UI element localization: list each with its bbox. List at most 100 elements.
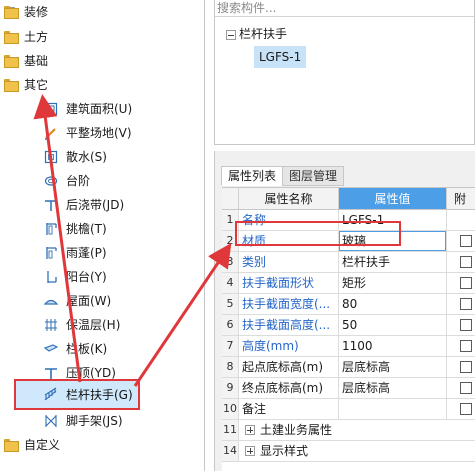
tree-item-label: 其它 [24,78,49,92]
property-value[interactable]: 层底标高 [339,378,447,399]
property-name: 高度(mm) [239,336,339,357]
attached-cell [447,378,475,399]
attached-cell [447,294,475,315]
tree-item-scaffold[interactable]: 脚手架(JS) [0,410,204,432]
tree-item-steps[interactable]: 台阶 [0,170,204,192]
eave-icon [46,223,57,235]
tree-item-insulation[interactable]: 保温层(H) [0,314,204,336]
tree-item-eave[interactable]: 挑檐(T) [0,218,204,240]
tree-item-apron[interactable]: 散水(S) [0,146,204,168]
property-group[interactable]: 显示样式 [239,441,475,462]
row-number: 6 [222,315,239,336]
attached-checkbox[interactable] [460,319,472,331]
folder-icon [4,31,19,44]
tree-item-parapet[interactable]: 栏板(K) [0,338,204,360]
attached-cell [447,357,475,378]
collapse-icon[interactable] [226,30,236,40]
row-number: 14 [222,441,239,462]
balcony-icon [47,271,57,283]
attached-checkbox[interactable] [460,382,472,394]
row-number: 8 [222,357,239,378]
property-value[interactable] [339,399,447,420]
search-input[interactable] [215,0,474,17]
apron-icon [44,150,58,164]
panel-divider[interactable] [204,0,205,471]
tree-item-balcony[interactable]: 阳台(Y) [0,266,204,288]
post-cast-strip-icon [45,200,57,211]
insulation-icon [45,319,57,331]
header-row-number [222,188,239,210]
folder-icon [4,439,19,452]
header-property-name[interactable]: 属性名称 [239,188,339,210]
tree-item-custom[interactable]: 自定义 [0,434,204,456]
component-group-label[interactable]: 栏杆扶手 [239,24,287,44]
attached-cell [447,399,475,420]
property-value[interactable]: 矩形 [339,273,447,294]
tree-item-canopy[interactable]: 雨蓬(P) [0,242,204,264]
tree-item-other[interactable]: 其它 [0,74,204,96]
row-number: 3 [222,252,239,273]
scaffold-icon [45,415,57,427]
property-value[interactable]: 50 [339,315,447,336]
property-value[interactable]: 80 [339,294,447,315]
tree-item-floor-area[interactable]: 建筑面积(U) [0,98,204,120]
tab-property-list[interactable]: 属性列表 [221,166,284,186]
property-row[interactable]: 3 类别 栏杆扶手 [222,252,475,273]
property-value[interactable]: 层底标高 [339,357,447,378]
tree-item-label: 保温层(H) [66,318,121,332]
property-row[interactable]: 6 扶手截面高度(... 50 [222,315,475,336]
property-group-row[interactable]: 11 土建业务属性 [222,420,475,441]
tree-item-earthwork[interactable]: 土方 [0,26,204,48]
property-row[interactable]: 4 扶手截面形状 矩形 [222,273,475,294]
tree-item-label: 散水(S) [66,150,107,164]
tree-item-foundation[interactable]: 基础 [0,50,204,72]
expand-icon[interactable] [245,446,255,456]
tree-item-decoration[interactable]: 装修 [0,1,204,23]
tree-item-post-cast-strip[interactable]: 后浇带(JD) [0,194,204,216]
tree-item-label: 屋面(W) [66,294,112,308]
property-value[interactable]: 1100 [339,336,447,357]
component-tree: 装修 土方 基础 其它 建筑面积(U) 平整场地(V) 散水(S) 台阶 后浇带… [0,0,204,471]
property-name: 类别 [239,252,339,273]
component-item-selected[interactable]: LGFS-1 [254,46,307,68]
attached-checkbox[interactable] [460,277,472,289]
property-row[interactable]: 7 高度(mm) 1100 [222,336,475,357]
property-group-row[interactable]: 14 显示样式 [222,441,475,462]
attached-checkbox[interactable] [460,298,472,310]
roof-icon [44,299,58,305]
expand-icon[interactable] [245,425,255,435]
component-list-panel: 栏杆扶手 LGFS-1 [214,0,475,145]
header-attached[interactable]: 附加 [447,188,475,210]
attached-checkbox[interactable] [460,403,472,415]
tree-item-label: 装修 [24,5,49,19]
tree-item-railing[interactable]: 栏杆扶手(G) [0,384,204,406]
row-number: 9 [222,378,239,399]
tree-item-label: 雨蓬(P) [66,246,107,260]
tab-layer-management[interactable]: 图层管理 [282,166,345,186]
tree-item-site-leveling[interactable]: 平整场地(V) [0,122,204,144]
attached-checkbox[interactable] [460,235,472,247]
tree-item-label: 脚手架(JS) [66,414,123,428]
tree-item-roof[interactable]: 屋面(W) [0,290,204,312]
attached-checkbox[interactable] [460,361,472,373]
tree-item-label: 栏杆扶手(G) [66,388,133,402]
attached-checkbox[interactable] [460,340,472,352]
property-row[interactable]: 5 扶手截面宽度(... 80 [222,294,475,315]
property-row[interactable]: 9 终点底标高(m) 层底标高 [222,378,475,399]
property-value[interactable]: 栏杆扶手 [339,252,447,273]
property-group-label: 显示样式 [260,444,309,458]
coping-icon [45,368,57,379]
property-name: 备注 [239,399,339,420]
row-number: 10 [222,399,239,420]
tree-item-label: 建筑面积(U) [66,102,133,116]
property-row[interactable]: 10 备注 [222,399,475,420]
attached-checkbox[interactable] [460,256,472,268]
property-group[interactable]: 土建业务属性 [239,420,475,441]
attached-cell [447,315,475,336]
folder-icon [4,55,19,68]
attached-cell [447,231,475,252]
canopy-icon [46,247,57,259]
property-row[interactable]: 8 起点底标高(m) 层底标高 [222,357,475,378]
property-name: 扶手截面宽度(... [239,294,339,315]
header-property-value[interactable]: 属性值 [339,188,447,210]
